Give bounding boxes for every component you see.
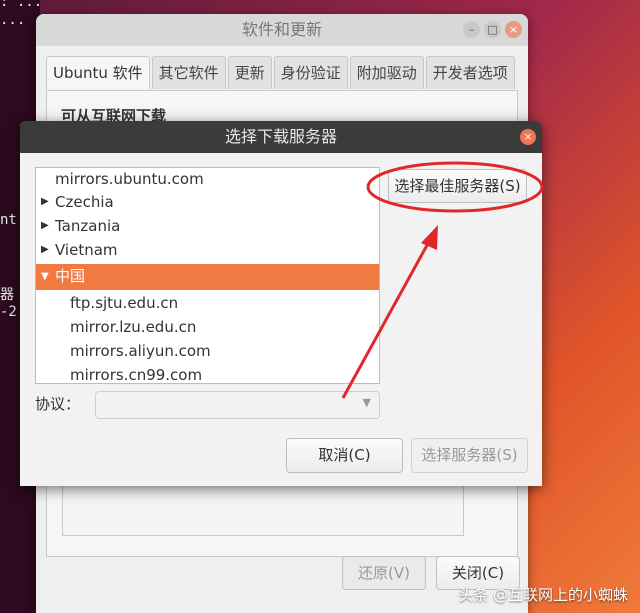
protocol-select[interactable]: ▼ [95, 391, 380, 419]
tab-updates[interactable]: 更新 [227, 56, 272, 89]
tree-row-selected[interactable]: ▼ 中国 [36, 264, 379, 290]
dialog-titlebar[interactable]: 选择下载服务器 × [20, 121, 542, 153]
tree-row-label: mirrors.cn99.com [70, 366, 203, 384]
choose-server-dialog: 选择下载服务器 × mirrors.ubuntu.com ▶ Czechia ▶… [20, 121, 542, 486]
select-best-server-button[interactable]: 选择最佳服务器(S) [388, 169, 527, 203]
minimize-icon[interactable]: – [463, 21, 480, 38]
window-title: 软件和更新 [241, 20, 322, 39]
tree-row-label: mirrors.aliyun.com [70, 342, 211, 360]
tree-row-label: Vietnam [55, 241, 118, 259]
tree-row[interactable]: ▶ Czechia [36, 191, 379, 215]
expand-arrow-icon[interactable]: ▶ [41, 191, 49, 213]
choose-server-button[interactable]: 选择服务器(S) [411, 438, 528, 473]
collapse-arrow-icon[interactable]: ▼ [41, 264, 49, 289]
tree-row[interactable]: mirrors.ubuntu.com [36, 168, 379, 192]
tree-row[interactable]: ▶ Tanzania [36, 215, 379, 239]
expand-arrow-icon[interactable]: ▶ [41, 215, 49, 237]
tree-row[interactable]: mirrors.aliyun.com [36, 340, 379, 364]
tree-row-label: Czechia [55, 193, 114, 211]
tree-row[interactable]: mirrors.cn99.com [36, 364, 379, 384]
chevron-down-icon: ▼ [362, 396, 371, 409]
tree-row[interactable]: ▶ Vietnam [36, 239, 379, 263]
tree-row-label: mirrors.ubuntu.com [55, 170, 204, 188]
expand-arrow-icon[interactable]: ▶ [41, 239, 49, 261]
source-list[interactable] [62, 482, 464, 536]
window-titlebar[interactable]: 软件和更新 – □ × [36, 14, 528, 46]
tab-other-software[interactable]: 其它软件 [151, 56, 226, 89]
tree-row-label: mirror.lzu.edu.cn [70, 318, 197, 336]
close-icon[interactable]: × [505, 21, 522, 38]
cancel-button[interactable]: 取消(C) [286, 438, 403, 473]
terminal-line: : ... [0, 0, 43, 10]
close-icon[interactable]: × [520, 129, 536, 145]
tab-ubuntu-software[interactable]: Ubuntu 软件 [46, 56, 150, 89]
dialog-title: 选择下载服务器 [224, 127, 337, 146]
terminal-line: ... [0, 12, 26, 28]
tree-row-label: Tanzania [55, 217, 121, 235]
watermark: 头条 @互联网上的小蜘蛛 [458, 586, 628, 604]
revert-button[interactable]: 还原(V) [342, 556, 426, 590]
tab-authentication[interactable]: 身份验证 [273, 56, 348, 89]
tree-row[interactable]: mirror.lzu.edu.cn [36, 316, 379, 340]
tab-additional-drivers[interactable]: 附加驱动 [349, 56, 424, 89]
terminal-line: 器 [0, 287, 14, 303]
tab-developer-options[interactable]: 开发者选项 [425, 56, 515, 89]
terminal-line: -2 [0, 304, 17, 320]
terminal-line: nt [0, 212, 17, 228]
protocol-label: 协议： [35, 395, 81, 413]
tree-row-label: ftp.sjtu.edu.cn [70, 294, 179, 312]
tree-row[interactable]: ftp.sjtu.edu.cn [36, 292, 379, 316]
tree-row-label: 中国 [55, 267, 86, 285]
server-tree[interactable]: mirrors.ubuntu.com ▶ Czechia ▶ Tanzania … [35, 167, 380, 384]
tab-bar: Ubuntu 软件 其它软件 更新 身份验证 附加驱动 开发者选项 [46, 56, 518, 90]
maximize-icon[interactable]: □ [484, 21, 501, 38]
